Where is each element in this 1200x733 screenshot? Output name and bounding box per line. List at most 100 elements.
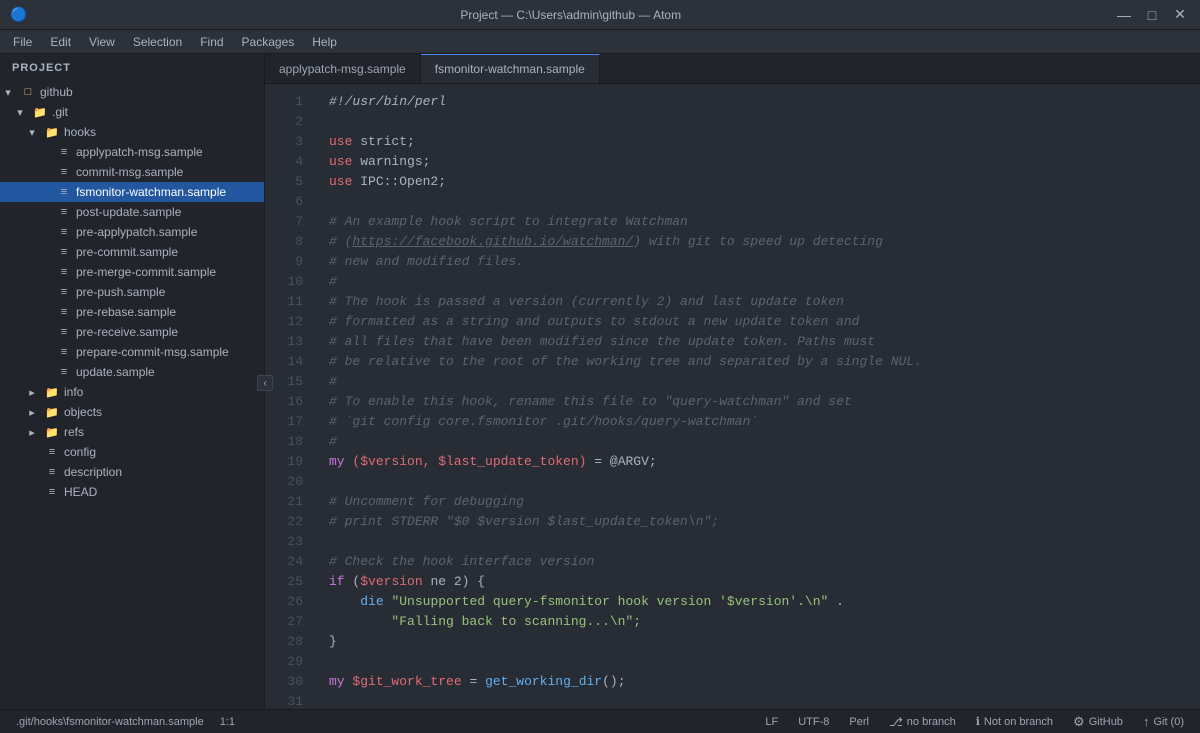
status-encoding[interactable]: UTF-8 bbox=[790, 710, 837, 733]
file-spacer bbox=[36, 164, 52, 180]
code-line: my ($version, $last_update_token) = @ARG… bbox=[329, 452, 1200, 472]
line-number: 26 bbox=[265, 592, 313, 612]
status-cursor[interactable]: 1:1 bbox=[212, 710, 243, 733]
statusbar-left: .git/hooks\fsmonitor-watchman.sample 1:1 bbox=[8, 710, 243, 733]
status-line-ending[interactable]: LF bbox=[757, 710, 786, 733]
menu-item-packages[interactable]: Packages bbox=[234, 33, 303, 51]
tree-label: update.sample bbox=[76, 365, 155, 379]
tree-item-info[interactable]: ▸📁info bbox=[0, 382, 264, 402]
menu-item-file[interactable]: File bbox=[5, 33, 40, 51]
tree-item-update.sample[interactable]: ≡update.sample bbox=[0, 362, 264, 382]
line-number: 10 bbox=[265, 272, 313, 292]
code-line: # bbox=[329, 372, 1200, 392]
file-icon: ≡ bbox=[56, 284, 72, 300]
tree-item-post-update.sample[interactable]: ≡post-update.sample bbox=[0, 202, 264, 222]
close-button[interactable]: ✕ bbox=[1170, 5, 1190, 25]
tree-label: pre-push.sample bbox=[76, 285, 165, 299]
line-number: 21 bbox=[265, 492, 313, 512]
line-number: 13 bbox=[265, 332, 313, 352]
tree-item-pre-rebase.sample[interactable]: ≡pre-rebase.sample bbox=[0, 302, 264, 322]
file-spacer bbox=[36, 204, 52, 220]
tree-label: pre-applypatch.sample bbox=[76, 225, 197, 239]
cursor-pos: 1:1 bbox=[220, 716, 235, 728]
line-number: 3 bbox=[265, 132, 313, 152]
code-line: # `git config core.fsmonitor .git/hooks/… bbox=[329, 412, 1200, 432]
tree-label: .git bbox=[52, 105, 68, 119]
file-icon: ≡ bbox=[56, 344, 72, 360]
maximize-button[interactable]: □ bbox=[1142, 5, 1162, 25]
tree-item-commit-msg.sample[interactable]: ≡commit-msg.sample bbox=[0, 162, 264, 182]
chevron-icon: ▾ bbox=[0, 84, 16, 100]
editor-area: applypatch-msg.samplefsmonitor-watchman.… bbox=[265, 54, 1200, 709]
line-number: 1 bbox=[265, 92, 313, 112]
code-line bbox=[329, 532, 1200, 552]
code-line: # The hook is passed a version (currentl… bbox=[329, 292, 1200, 312]
line-number: 20 bbox=[265, 472, 313, 492]
line-number: 6 bbox=[265, 192, 313, 212]
tree-item-pre-commit.sample[interactable]: ≡pre-commit.sample bbox=[0, 242, 264, 262]
status-language[interactable]: Perl bbox=[841, 710, 877, 733]
file-spacer bbox=[36, 184, 52, 200]
code-line: die "Unsupported query-fsmonitor hook ve… bbox=[329, 592, 1200, 612]
line-number: 16 bbox=[265, 392, 313, 412]
code-line bbox=[329, 472, 1200, 492]
code-line: # An example hook script to integrate Wa… bbox=[329, 212, 1200, 232]
folder-icon: 📁 bbox=[44, 404, 60, 420]
file-spacer bbox=[36, 284, 52, 300]
menu-item-find[interactable]: Find bbox=[192, 33, 231, 51]
titlebar-title: Project — C:\Users\admin\github — Atom bbox=[27, 8, 1114, 22]
tree-item-description[interactable]: ≡ description bbox=[0, 462, 264, 482]
code-editor[interactable]: 1234567891011121314151617181920212223242… bbox=[265, 84, 1200, 709]
tree-item-pre-receive.sample[interactable]: ≡pre-receive.sample bbox=[0, 322, 264, 342]
code-line: if ($version ne 2) { bbox=[329, 572, 1200, 592]
code-line: } bbox=[329, 632, 1200, 652]
tree-item-fsmonitor-watchman.sample[interactable]: ≡fsmonitor-watchman.sample bbox=[0, 182, 264, 202]
line-ending-text: LF bbox=[765, 716, 778, 728]
tree-label: fsmonitor-watchman.sample bbox=[76, 185, 226, 199]
tree-item-prepare-commit-msg.sample[interactable]: ≡ prepare-commit-msg.sample bbox=[0, 342, 264, 362]
tab-applypatch[interactable]: applypatch-msg.sample bbox=[265, 54, 421, 83]
tree-item-pre-merge-commit.sample[interactable]: ≡pre-merge-commit.sample bbox=[0, 262, 264, 282]
main-layout: Project ▾□github▾📁.git▾📁hooks≡applypatch… bbox=[0, 54, 1200, 709]
tree-item-github[interactable]: ▾□github bbox=[0, 82, 264, 102]
sidebar-resize-handle[interactable]: ‹ bbox=[257, 375, 273, 391]
tree-item-objects[interactable]: ▸📁objects bbox=[0, 402, 264, 422]
tree-item-applypatch-msg.sample[interactable]: ≡applypatch-msg.sample bbox=[0, 142, 264, 162]
line-numbers: 1234567891011121314151617181920212223242… bbox=[265, 84, 313, 709]
tree-label: description bbox=[64, 465, 122, 479]
file-icon: ≡ bbox=[44, 464, 60, 480]
tree-item-pre-applypatch.sample[interactable]: ≡pre-applypatch.sample bbox=[0, 222, 264, 242]
menu-item-edit[interactable]: Edit bbox=[42, 33, 79, 51]
code-content: #!/usr/bin/perl use strict;use warnings;… bbox=[313, 84, 1200, 709]
file-spacer bbox=[36, 324, 52, 340]
tree-item-pre-push.sample[interactable]: ≡ pre-push.sample bbox=[0, 282, 264, 302]
tab-fsmonitor[interactable]: fsmonitor-watchman.sample bbox=[421, 54, 600, 83]
status-filepath[interactable]: .git/hooks\fsmonitor-watchman.sample bbox=[8, 710, 212, 733]
tree-item-git[interactable]: ▾📁.git bbox=[0, 102, 264, 122]
status-git[interactable]: ↑ Git (0) bbox=[1135, 710, 1192, 733]
file-icon: ≡ bbox=[44, 444, 60, 460]
tree-item-HEAD[interactable]: ≡HEAD bbox=[0, 482, 264, 502]
line-number: 24 bbox=[265, 552, 313, 572]
menu-item-help[interactable]: Help bbox=[304, 33, 345, 51]
line-number: 8 bbox=[265, 232, 313, 252]
file-spacer bbox=[36, 144, 52, 160]
menu-item-view[interactable]: View bbox=[81, 33, 123, 51]
tree-item-hooks[interactable]: ▾📁hooks bbox=[0, 122, 264, 142]
status-no-branch[interactable]: ⎇ no branch bbox=[881, 710, 964, 733]
line-number: 2 bbox=[265, 112, 313, 132]
tree-item-config[interactable]: ≡config bbox=[0, 442, 264, 462]
menu-item-selection[interactable]: Selection bbox=[125, 33, 190, 51]
status-github[interactable]: ⚙ GitHub bbox=[1065, 710, 1131, 733]
file-icon: ≡ bbox=[56, 144, 72, 160]
git-text: Git (0) bbox=[1153, 716, 1184, 728]
code-line bbox=[329, 692, 1200, 709]
line-number: 29 bbox=[265, 652, 313, 672]
file-spacer bbox=[24, 464, 40, 480]
tree-item-refs[interactable]: ▸📁refs bbox=[0, 422, 264, 442]
titlebar-icon: 🔵 bbox=[10, 6, 27, 23]
status-not-on-branch[interactable]: ℹ Not on branch bbox=[968, 710, 1061, 733]
tree-label: prepare-commit-msg.sample bbox=[76, 345, 229, 359]
file-icon: ≡ bbox=[56, 264, 72, 280]
minimize-button[interactable]: — bbox=[1114, 5, 1134, 25]
